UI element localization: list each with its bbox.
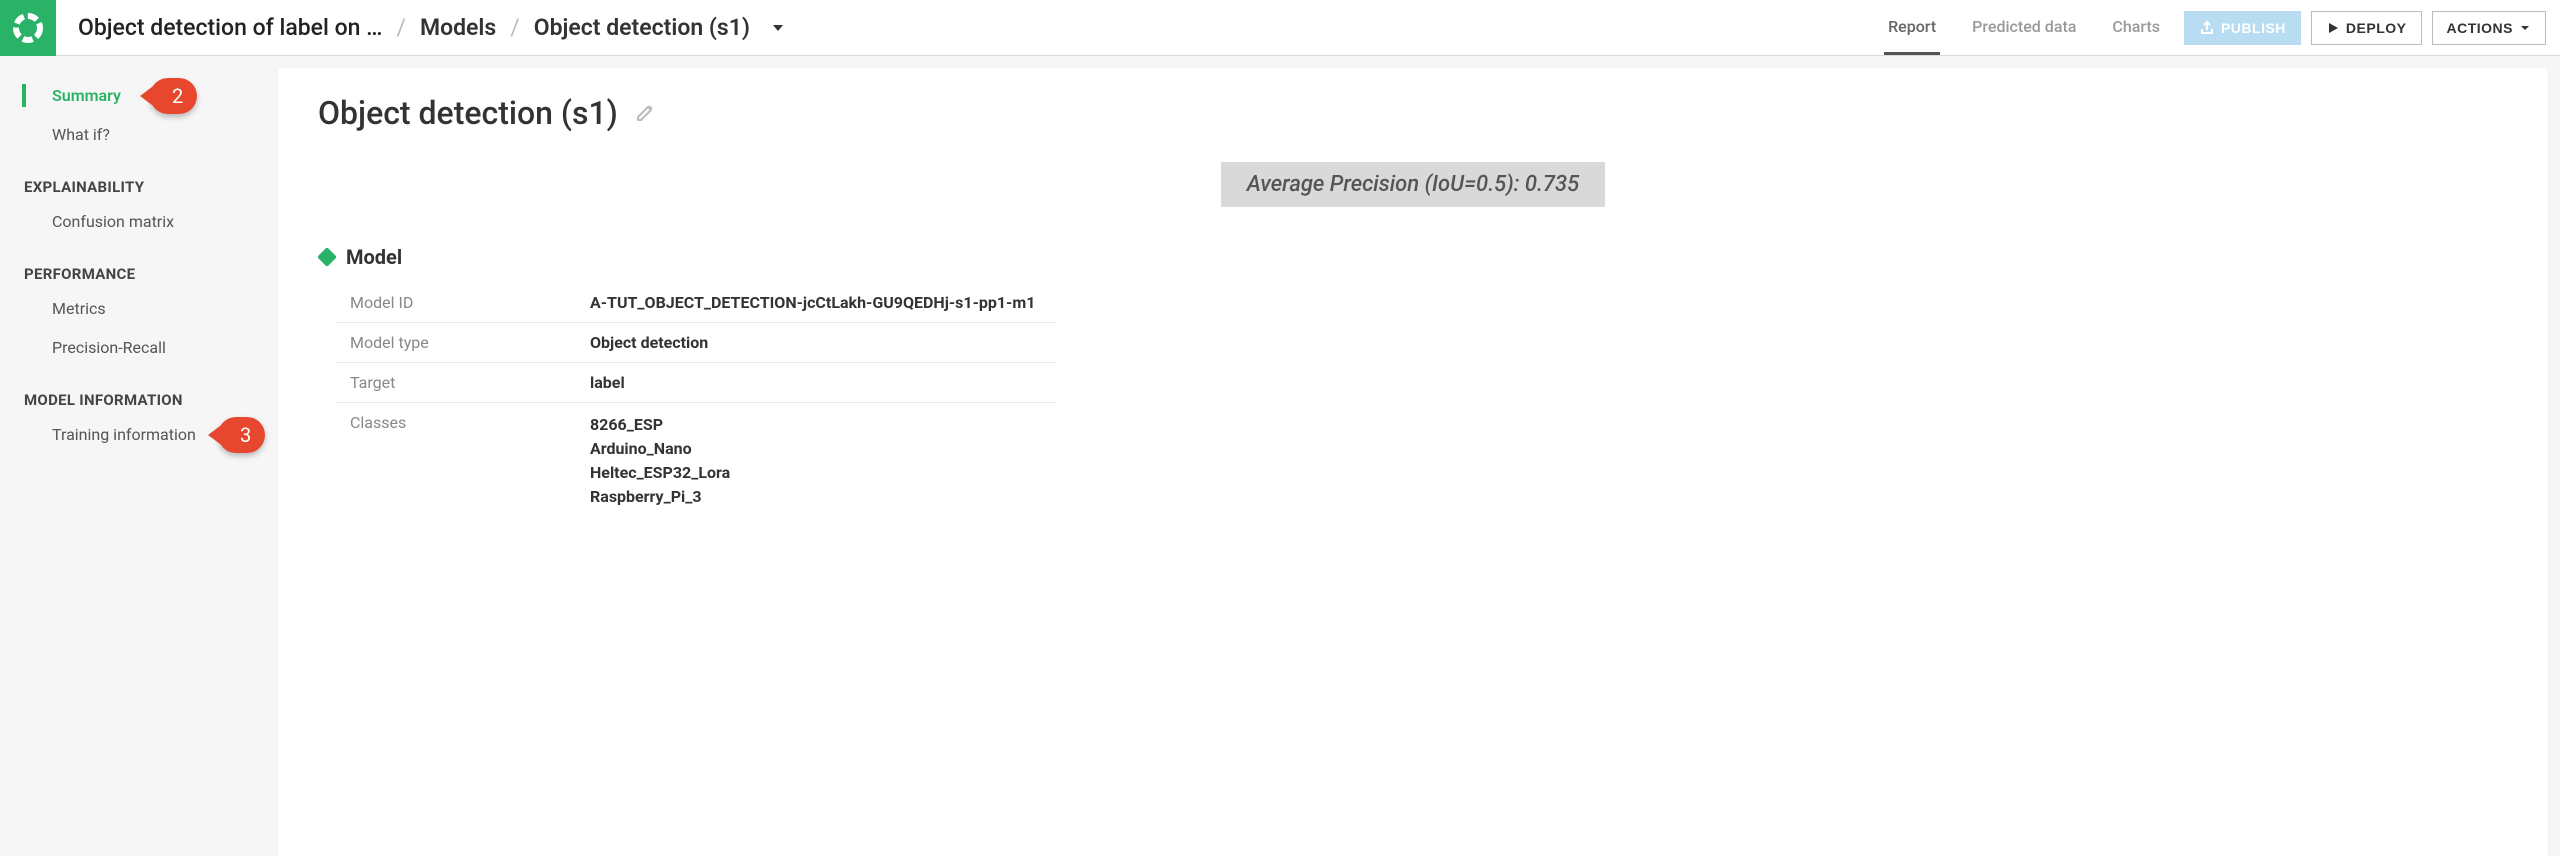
tab-predicted-data[interactable]: Predicted data [1968, 1, 2080, 55]
actions-label: ACTIONS [2447, 20, 2514, 36]
chevron-down-icon [2519, 22, 2531, 34]
sidebar-item-training-info[interactable]: Training information 3 [0, 415, 278, 454]
publish-icon [2199, 20, 2215, 36]
kv-value: Object detection [576, 323, 1056, 363]
logo-icon [13, 13, 43, 43]
class-line: 8266_ESP [590, 413, 1042, 437]
breadcrumb-dropdown[interactable] [770, 20, 786, 36]
breadcrumb-models[interactable]: Models [420, 14, 496, 41]
table-row: Target label [336, 363, 1056, 403]
breadcrumb: Object detection of label on … / Models … [78, 14, 1884, 41]
class-line: Heltec_ESP32_Lora [590, 461, 1042, 485]
section-title: Model [346, 245, 402, 269]
main-panel: Object detection (s1) Average Precision … [278, 68, 2548, 856]
sidebar-item-precision-recall[interactable]: Precision-Recall [0, 328, 278, 367]
sidebar-item-confusion-matrix[interactable]: Confusion matrix [0, 202, 278, 241]
table-row: Classes 8266_ESP Arduino_Nano Heltec_ESP… [336, 403, 1056, 520]
model-info-table: Model ID A-TUT_OBJECT_DETECTION-jcCtLakh… [336, 283, 1056, 519]
deploy-button[interactable]: DEPLOY [2311, 11, 2422, 45]
metric-banner: Average Precision (IoU=0.5): 0.735 [1221, 162, 1606, 207]
tab-report[interactable]: Report [1884, 1, 1940, 55]
sidebar-item-summary[interactable]: Summary 2 [0, 76, 278, 115]
top-buttons: PUBLISH DEPLOY ACTIONS [2184, 11, 2546, 45]
table-row: Model ID A-TUT_OBJECT_DETECTION-jcCtLakh… [336, 283, 1056, 323]
breadcrumb-sep: / [396, 14, 406, 41]
sidebar-item-metrics[interactable]: Metrics [0, 289, 278, 328]
kv-value: label [576, 363, 1056, 403]
breadcrumb-root[interactable]: Object detection of label on … [78, 14, 382, 41]
kv-value-classes: 8266_ESP Arduino_Nano Heltec_ESP32_Lora … [576, 403, 1056, 520]
publish-button[interactable]: PUBLISH [2184, 11, 2301, 45]
chevron-down-icon [770, 20, 786, 36]
page-title: Object detection (s1) [318, 94, 618, 132]
kv-key: Model type [336, 323, 576, 363]
breadcrumb-sep: / [510, 14, 520, 41]
sidebar-item-whatif[interactable]: What if? [0, 115, 278, 154]
class-line: Raspberry_Pi_3 [590, 485, 1042, 509]
edit-icon[interactable] [634, 102, 656, 124]
page-title-row: Object detection (s1) [318, 94, 2508, 132]
body: Summary 2 What if? EXPLAINABILITY Confus… [0, 56, 2560, 856]
publish-label: PUBLISH [2221, 20, 2286, 36]
kv-key: Classes [336, 403, 576, 520]
breadcrumb-current[interactable]: Object detection (s1) [534, 14, 750, 41]
callout-pin-3: 3 [218, 417, 265, 453]
play-icon [2326, 21, 2340, 35]
sidebar-item-label: Precision-Recall [52, 338, 166, 357]
kv-key: Target [336, 363, 576, 403]
callout-pin-2: 2 [150, 78, 197, 114]
sidebar-header-explainability: EXPLAINABILITY [0, 154, 278, 202]
kv-value: A-TUT_OBJECT_DETECTION-jcCtLakh-GU9QEDHj… [576, 283, 1056, 323]
kv-key: Model ID [336, 283, 576, 323]
deploy-label: DEPLOY [2346, 20, 2407, 36]
model-icon [318, 248, 336, 266]
sidebar: Summary 2 What if? EXPLAINABILITY Confus… [0, 56, 278, 856]
sidebar-item-label: What if? [52, 125, 110, 144]
section-model: Model [318, 245, 2508, 269]
topbar: Object detection of label on … / Models … [0, 0, 2560, 56]
sidebar-item-label: Confusion matrix [52, 212, 174, 231]
sidebar-header-performance: PERFORMANCE [0, 241, 278, 289]
sidebar-item-label: Training information [52, 425, 196, 444]
actions-button[interactable]: ACTIONS [2432, 11, 2547, 45]
sidebar-item-label: Metrics [52, 299, 106, 318]
class-line: Arduino_Nano [590, 437, 1042, 461]
tab-charts[interactable]: Charts [2108, 1, 2164, 55]
sidebar-item-label: Summary [52, 86, 121, 105]
app-logo[interactable] [0, 0, 56, 56]
top-tabs: Report Predicted data Charts [1884, 1, 2164, 55]
table-row: Model type Object detection [336, 323, 1056, 363]
sidebar-header-model-info: MODEL INFORMATION [0, 367, 278, 415]
